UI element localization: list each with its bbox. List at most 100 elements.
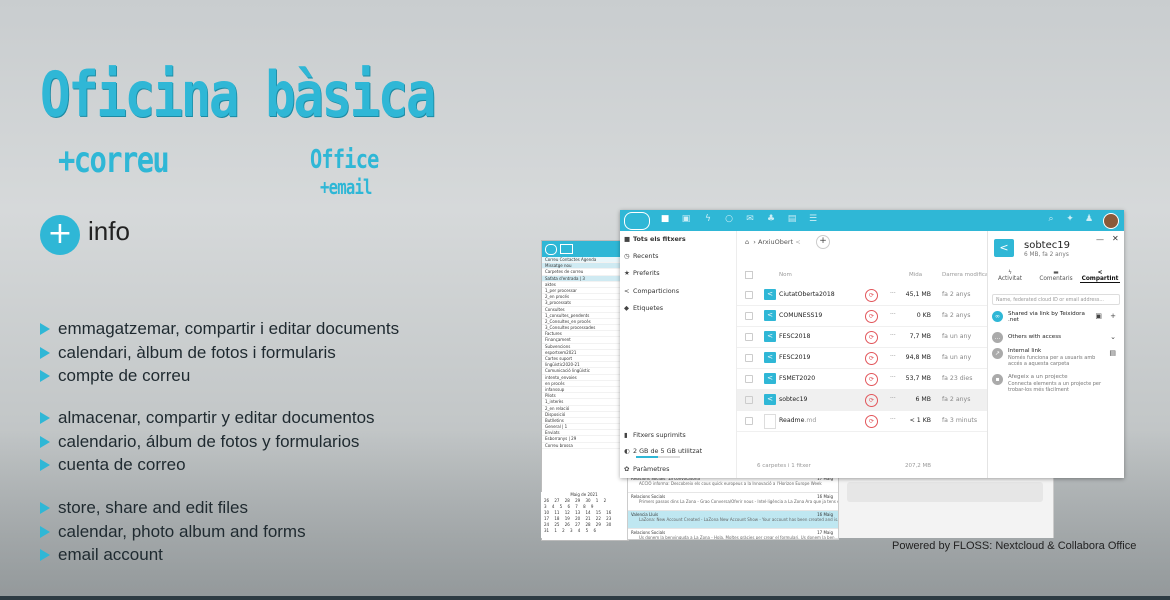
message-row[interactable]: Relacions Socials 17 Maig Us donem la benv… — [628, 529, 838, 539]
file-checkbox[interactable] — [745, 417, 753, 425]
nav-item-all-files[interactable]: ■ Tots els fitxers — [624, 233, 686, 245]
nav-item-favorites[interactable]: ★ Preferits — [624, 267, 660, 279]
tab-comments[interactable]: ▬ Comentaris — [1036, 270, 1076, 282]
nav-item-settings[interactable]: ✿ Paràmetres — [624, 463, 669, 475]
file-row[interactable]: < FESC2018 ⟳ ··· 7,7 MB fa un any — [737, 327, 987, 348]
file-modified: fa 2 anys — [942, 291, 971, 298]
file-row[interactable]: < FSMET2020 ⟳ ··· 53,7 MB fa 23 dies — [737, 369, 987, 390]
file-name[interactable]: Readme.md — [779, 417, 816, 424]
more-actions-icon[interactable]: ··· — [890, 374, 896, 381]
calendar-grid: 26 27 28 29 30 1 23 4 5 6 7 8 9 10 11 12 … — [541, 498, 627, 534]
column-size[interactable]: Mida — [909, 272, 922, 278]
more-actions-icon[interactable]: ··· — [890, 332, 896, 339]
triangle-bullet-icon — [40, 525, 50, 538]
project-row[interactable]: ▪ Afegeix a un projecte Connecta element… — [992, 374, 1122, 396]
search-app-icon[interactable]: ○ — [724, 214, 734, 224]
tab-activity[interactable]: ϟ Activitat — [990, 270, 1030, 282]
share-search-input[interactable]: Name, federated cloud ID or email addres… — [992, 294, 1120, 305]
calendar-week-row[interactable]: 31 1 2 3 4 5 6 — [541, 528, 627, 534]
mail-header — [542, 241, 628, 257]
message-from: Relacions Socials — [631, 530, 666, 535]
tasks-app-icon[interactable]: ☰ — [808, 214, 818, 224]
more-icon[interactable]: — — [1096, 235, 1104, 244]
nav-item-recent[interactable]: ◷ Recents — [624, 250, 658, 262]
file-size: 94,8 MB — [905, 354, 931, 361]
file-name[interactable]: FSMET2020 — [779, 375, 815, 382]
clipboard-icon[interactable]: ▣ — [1095, 312, 1102, 320]
more-actions-icon[interactable]: ··· — [890, 416, 896, 423]
message-row[interactable]: Relacions Socials 16 Maig Primers passos d… — [628, 493, 838, 511]
activity-app-icon[interactable]: ϟ — [703, 214, 713, 224]
home-icon[interactable]: ⌂ — [745, 238, 749, 246]
bullet-item: calendario, álbum de fotos y formularios — [40, 430, 375, 454]
info-label[interactable]: info — [88, 216, 130, 247]
office-logo-line-1: Office — [310, 145, 379, 175]
breadcrumb-folder[interactable]: ArxiuObert — [758, 238, 793, 246]
file-row[interactable]: < FESC2019 ⟳ ··· 94,8 MB fa un any — [737, 348, 987, 369]
triangle-bullet-icon — [40, 323, 50, 335]
column-name[interactable]: Nom — [779, 272, 792, 278]
breadcrumb[interactable]: ⌂ › ArxiuObert < — [745, 235, 801, 249]
avatar[interactable] — [1103, 213, 1119, 229]
file-name[interactable]: FESC2019 — [779, 354, 810, 361]
nav-item-tags[interactable]: ◆ Etiquetes — [624, 302, 663, 314]
file-name[interactable]: COMUNESS19 — [779, 312, 822, 319]
gear-icon: ✿ — [624, 465, 630, 473]
message-row[interactable]: Valencia Lluís 16 Maig LaZona: New Account… — [628, 511, 838, 529]
file-checkbox[interactable] — [745, 354, 753, 362]
shared-folder-icon: < — [764, 394, 776, 405]
file-row[interactable]: < sobtec19 ⟳ ··· 6 MB fa 2 anys — [737, 390, 987, 411]
files-summary: 6 carpetes i 1 fitxer — [757, 463, 811, 469]
file-row[interactable]: < CiutatOberta2018 ⟳ ··· 45,1 MB fa 2 anys — [737, 285, 987, 306]
collabora-share-icon[interactable]: ⟳ — [865, 331, 878, 344]
mail-folder-item[interactable]: Correu brossa — [542, 443, 628, 449]
photos-app-icon[interactable]: ▣ — [681, 214, 691, 224]
file-checkbox[interactable] — [745, 291, 753, 299]
collabora-share-icon[interactable]: ⟳ — [865, 289, 878, 302]
share-icon[interactable]: < — [795, 238, 800, 246]
close-icon[interactable]: ✕ — [1112, 234, 1119, 243]
file-checkbox[interactable] — [745, 312, 753, 320]
more-actions-icon[interactable]: ··· — [890, 395, 896, 402]
files-app-icon[interactable]: ■ — [660, 214, 670, 224]
select-all-checkbox[interactable] — [745, 271, 753, 279]
tag-icon: ◆ — [624, 304, 629, 312]
collabora-share-icon[interactable]: ⟳ — [865, 310, 878, 323]
collabora-share-icon[interactable]: ⟳ — [865, 415, 878, 428]
file-checkbox[interactable] — [745, 333, 753, 341]
message-subject: ACCIÓ informa: Descobreix els cous quick… — [639, 481, 822, 486]
search-icon[interactable]: ⌕ — [1046, 214, 1056, 224]
collabora-share-icon[interactable]: ⟳ — [865, 373, 878, 386]
tab-sharing[interactable]: < Compartint — [1080, 270, 1120, 283]
file-name[interactable]: sobtec19 — [779, 396, 807, 403]
file-checkbox[interactable] — [745, 375, 753, 383]
notifications-icon[interactable]: ✦ — [1065, 214, 1075, 224]
file-name[interactable]: FESC2018 — [779, 333, 810, 340]
add-link-icon[interactable]: + — [1110, 312, 1116, 320]
file-name[interactable]: CiutatOberta2018 — [779, 291, 835, 298]
nav-item-deleted-files[interactable]: ▮ Fitxers suprimits — [624, 429, 686, 441]
file-checkbox[interactable] — [745, 396, 753, 404]
file-row[interactable]: < COMUNESS19 ⟳ ··· 0 KB fa 2 anys — [737, 306, 987, 327]
nav-item-shares[interactable]: < Comparticions — [624, 285, 679, 297]
others-access-row[interactable]: … Others with access ⌄ — [992, 332, 1122, 344]
file-row[interactable]: Readme.md ⟳ ··· < 1 KB fa 3 minuts — [737, 411, 987, 432]
share-icon: < — [624, 287, 630, 295]
more-actions-icon[interactable]: ··· — [890, 290, 896, 297]
calendar-app-icon[interactable]: ▤ — [787, 214, 797, 224]
more-actions-icon[interactable]: ··· — [890, 353, 896, 360]
new-file-button[interactable]: + — [816, 235, 830, 249]
contacts-menu-icon[interactable]: ♟ — [1084, 214, 1094, 224]
pie-chart-icon: ◐ — [624, 447, 630, 455]
copy-icon[interactable]: ▤ — [1109, 349, 1116, 357]
collabora-share-icon[interactable]: ⟳ — [865, 352, 878, 365]
mail-app-icon[interactable]: ✉ — [745, 214, 755, 224]
nextcloud-logo-icon[interactable] — [624, 212, 650, 230]
files-total-size: 207,2 MB — [905, 463, 932, 469]
more-actions-icon[interactable]: ··· — [890, 311, 896, 318]
shared-folder-icon: < — [764, 289, 776, 300]
contacts-app-icon[interactable]: ♣ — [766, 214, 776, 224]
collabora-share-icon[interactable]: ⟳ — [865, 394, 878, 407]
info-plus-button[interactable]: + — [40, 215, 80, 255]
external-link-icon: ↗ — [992, 348, 1003, 359]
